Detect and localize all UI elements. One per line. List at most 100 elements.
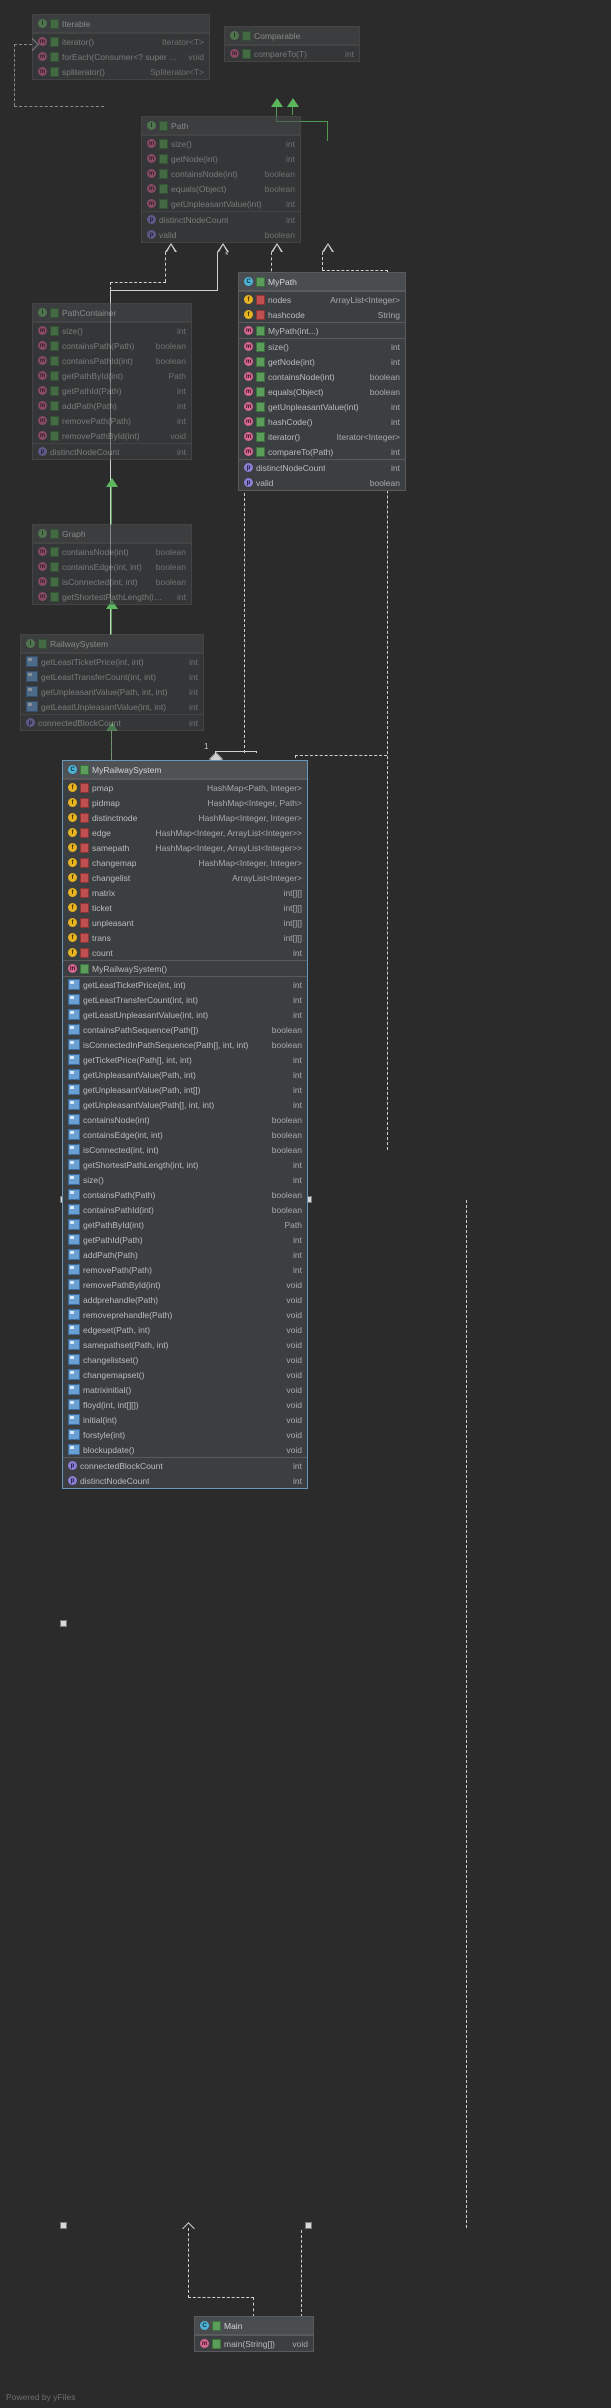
member-row[interactable]: m MyPath(int...) bbox=[239, 323, 405, 338]
member-row[interactable]: m spliterator() Spliterator<T> bbox=[33, 64, 209, 79]
class-box-pathcontainer[interactable]: I PathContainer m size() int m containsPath… bbox=[32, 303, 192, 460]
member-row[interactable]: m removePath(Path) int bbox=[33, 413, 191, 428]
member-row[interactable]: m addPath(Path) int bbox=[33, 398, 191, 413]
member-row[interactable]: removePath(Path) int bbox=[63, 1262, 307, 1277]
class-header-path[interactable]: I Path bbox=[142, 117, 300, 135]
member-row[interactable]: m MyRailwaySystem() bbox=[63, 961, 307, 976]
class-header-comparable[interactable]: I Comparable bbox=[225, 27, 359, 45]
member-row[interactable]: containsEdge(int, int) boolean bbox=[63, 1127, 307, 1142]
member-row[interactable]: f count int bbox=[63, 945, 307, 960]
class-header-main[interactable]: C Main bbox=[195, 2317, 313, 2335]
member-row[interactable]: f matrix int[][] bbox=[63, 885, 307, 900]
member-row[interactable]: size() int bbox=[63, 1172, 307, 1187]
member-row[interactable]: m equals(Object) boolean bbox=[142, 181, 300, 196]
member-row[interactable]: m equals(Object) boolean bbox=[239, 384, 405, 399]
class-header-myrailwaysystem[interactable]: C MyRailwaySystem bbox=[63, 761, 307, 779]
class-box-graph[interactable]: I Graph m containsNode(int) boolean m conta… bbox=[32, 524, 192, 605]
member-row[interactable]: f distinctnode HashMap<Integer, Integer> bbox=[63, 810, 307, 825]
member-row[interactable]: m compareTo(T) int bbox=[225, 46, 359, 61]
member-row[interactable]: getTicketPrice(Path[], int, int) int bbox=[63, 1052, 307, 1067]
member-row[interactable]: getLeastTransferCount(int, int) int bbox=[63, 992, 307, 1007]
member-row[interactable]: p distinctNodeCount int bbox=[63, 1473, 307, 1488]
member-row[interactable]: m getShortestPathLength(int, int) int bbox=[33, 589, 191, 604]
member-row[interactable]: getLeastUnpleasantValue(int, int) int bbox=[63, 1007, 307, 1022]
member-row[interactable]: containsPathId(int) boolean bbox=[63, 1202, 307, 1217]
member-row[interactable]: m main(String[]) void bbox=[195, 2336, 313, 2351]
selection-handle[interactable] bbox=[60, 2222, 67, 2229]
member-row[interactable]: matrixinitial() void bbox=[63, 1382, 307, 1397]
member-row[interactable]: edgeset(Path, int) void bbox=[63, 1322, 307, 1337]
member-row[interactable]: getLeastUnpleasantValue(int, int) int bbox=[21, 699, 203, 714]
member-row[interactable]: m containsPathId(int) boolean bbox=[33, 353, 191, 368]
member-row[interactable]: f changemap HashMap<Integer, Integer> bbox=[63, 855, 307, 870]
member-row[interactable]: getUnpleasantValue(Path, int[]) int bbox=[63, 1082, 307, 1097]
member-row[interactable]: f changelist ArrayList<Integer> bbox=[63, 870, 307, 885]
member-row[interactable]: removePathById(int) void bbox=[63, 1277, 307, 1292]
member-row[interactable]: p distinctNodeCount int bbox=[33, 444, 191, 459]
member-row[interactable]: blockupdate() void bbox=[63, 1442, 307, 1457]
member-row[interactable]: p distinctNodeCount int bbox=[239, 460, 405, 475]
member-row[interactable]: getLeastTicketPrice(int, int) int bbox=[21, 654, 203, 669]
member-row[interactable]: f pmap HashMap<Path, Integer> bbox=[63, 780, 307, 795]
member-row[interactable]: f samepath HashMap<Integer, ArrayList<Inte… bbox=[63, 840, 307, 855]
member-row[interactable]: containsPathSequence(Path[]) boolean bbox=[63, 1022, 307, 1037]
member-row[interactable]: f edge HashMap<Integer, ArrayList<Integer>… bbox=[63, 825, 307, 840]
member-row[interactable]: m forEach(Consumer<? super T>) void bbox=[33, 49, 209, 64]
member-row[interactable]: getLeastTransferCount(int, int) int bbox=[21, 669, 203, 684]
member-row[interactable]: m getPathById(int) Path bbox=[33, 368, 191, 383]
member-row[interactable]: m getPathId(Path) int bbox=[33, 383, 191, 398]
member-row[interactable]: forstyle(int) void bbox=[63, 1427, 307, 1442]
class-header-graph[interactable]: I Graph bbox=[33, 525, 191, 543]
member-row[interactable]: changemapset() void bbox=[63, 1367, 307, 1382]
member-row[interactable]: p valid boolean bbox=[239, 475, 405, 490]
member-row[interactable]: f pidmap HashMap<Integer, Path> bbox=[63, 795, 307, 810]
member-row[interactable]: containsNode(int) boolean bbox=[63, 1112, 307, 1127]
class-box-main[interactable]: C Main m main(String[]) void bbox=[194, 2316, 314, 2352]
selection-handle[interactable] bbox=[60, 1620, 67, 1627]
member-row[interactable]: f ticket int[][] bbox=[63, 900, 307, 915]
member-row[interactable]: isConnectedInPathSequence(Path[], int, i… bbox=[63, 1037, 307, 1052]
member-row[interactable]: m containsEdge(int, int) boolean bbox=[33, 559, 191, 574]
member-row[interactable]: m getUnpleasantValue(int) int bbox=[142, 196, 300, 211]
member-row[interactable]: m getNode(int) int bbox=[239, 354, 405, 369]
class-box-myrailwaysystem[interactable]: C MyRailwaySystem f pmap HashMap<Path, Int… bbox=[62, 760, 308, 1489]
member-row[interactable]: removeprehandle(Path) void bbox=[63, 1307, 307, 1322]
class-header-railwaysystem[interactable]: I RailwaySystem bbox=[21, 635, 203, 653]
member-row[interactable]: m containsNode(int) boolean bbox=[142, 166, 300, 181]
member-row[interactable]: getUnpleasantValue(Path, int) int bbox=[63, 1067, 307, 1082]
class-header-pathcontainer[interactable]: I PathContainer bbox=[33, 304, 191, 322]
member-row[interactable]: m hashCode() int bbox=[239, 414, 405, 429]
member-row[interactable]: addprehandle(Path) void bbox=[63, 1292, 307, 1307]
member-row[interactable]: m size() int bbox=[33, 323, 191, 338]
member-row[interactable]: m containsNode(int) boolean bbox=[33, 544, 191, 559]
member-row[interactable]: f unpleasant int[][] bbox=[63, 915, 307, 930]
selection-handle[interactable] bbox=[305, 2222, 312, 2229]
member-row[interactable]: getPathId(Path) int bbox=[63, 1232, 307, 1247]
member-row[interactable]: m iterator() Iterator<T> bbox=[33, 34, 209, 49]
member-row[interactable]: m containsNode(int) boolean bbox=[239, 369, 405, 384]
member-row[interactable]: p valid boolean bbox=[142, 227, 300, 242]
class-box-comparable[interactable]: I Comparable m compareTo(T) int bbox=[224, 26, 360, 62]
member-row[interactable]: getLeastTicketPrice(int, int) int bbox=[63, 977, 307, 992]
member-row[interactable]: m containsPath(Path) boolean bbox=[33, 338, 191, 353]
class-box-path[interactable]: I Path m size() int m getNode(int) int m cont… bbox=[141, 116, 301, 243]
class-box-mypath[interactable]: C MyPath f nodes ArrayList<Integer> f hashc… bbox=[238, 272, 406, 491]
member-row[interactable]: isConnected(int, int) boolean bbox=[63, 1142, 307, 1157]
member-row[interactable]: m size() int bbox=[239, 339, 405, 354]
member-row[interactable]: containsPath(Path) boolean bbox=[63, 1187, 307, 1202]
member-row[interactable]: getUnpleasantValue(Path[], int, int) int bbox=[63, 1097, 307, 1112]
member-row[interactable]: floyd(int, int[][]) void bbox=[63, 1397, 307, 1412]
member-row[interactable]: initial(int) void bbox=[63, 1412, 307, 1427]
member-row[interactable]: m iterator() Iterator<Integer> bbox=[239, 429, 405, 444]
class-header-mypath[interactable]: C MyPath bbox=[239, 273, 405, 291]
member-row[interactable]: f hashcode String bbox=[239, 307, 405, 322]
uml-class-diagram-canvas[interactable]: * 1 I Iterable m iterator() Iterator<T> … bbox=[0, 0, 611, 2408]
member-row[interactable]: m getNode(int) int bbox=[142, 151, 300, 166]
member-row[interactable]: p distinctNodeCount int bbox=[142, 212, 300, 227]
member-row[interactable]: getUnpleasantValue(Path, int, int) int bbox=[21, 684, 203, 699]
member-row[interactable]: m getUnpleasantValue(int) int bbox=[239, 399, 405, 414]
member-row[interactable]: changelistset() void bbox=[63, 1352, 307, 1367]
member-row[interactable]: p connectedBlockCount int bbox=[63, 1458, 307, 1473]
member-row[interactable]: f nodes ArrayList<Integer> bbox=[239, 292, 405, 307]
class-box-iterable[interactable]: I Iterable m iterator() Iterator<T> m fo… bbox=[32, 14, 210, 80]
